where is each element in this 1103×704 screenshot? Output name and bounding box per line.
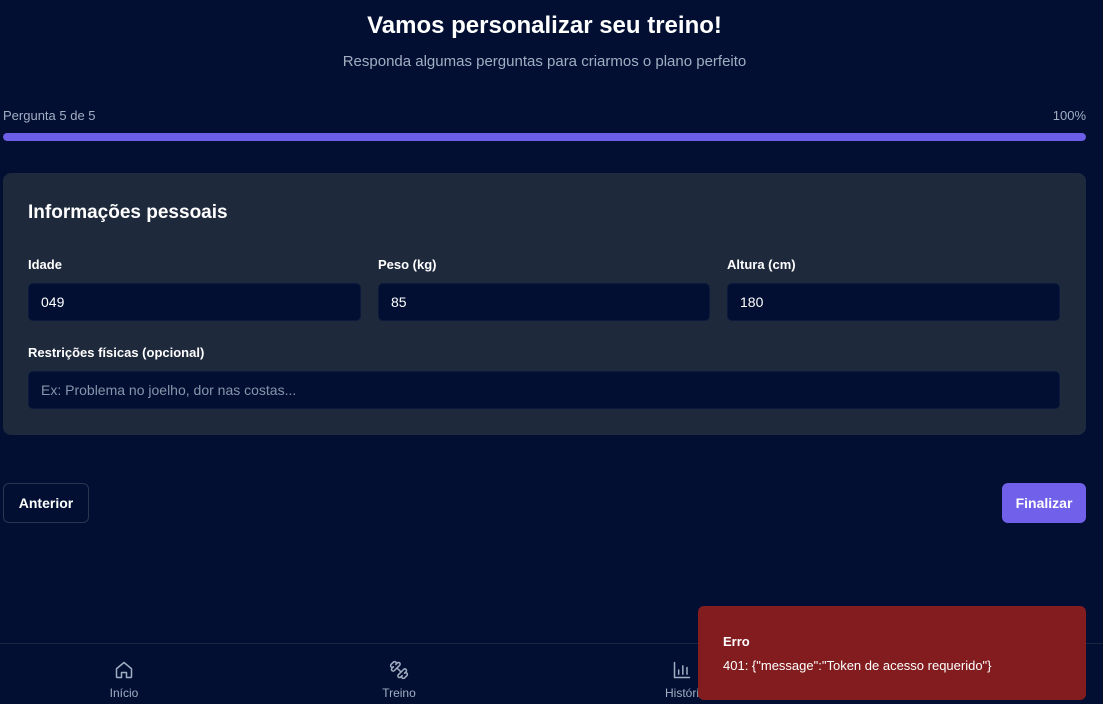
bar-chart-icon [673, 661, 691, 679]
restrictions-field[interactable] [28, 371, 1060, 409]
page-title: Vamos personalizar seu treino! [367, 12, 722, 39]
previous-button[interactable]: Anterior [3, 483, 89, 523]
weight-label: Peso (kg) [378, 257, 437, 272]
toast-title: Erro [723, 634, 750, 649]
age-field[interactable] [28, 283, 361, 321]
height-label: Altura (cm) [727, 257, 796, 272]
onboarding-page: Vamos personalizar seu treino! Responda … [0, 0, 1103, 704]
progress-bar [3, 133, 1086, 141]
home-icon [115, 661, 133, 679]
nav-item-inicio[interactable]: Início [64, 644, 184, 704]
progress-percent: 100% [1052, 108, 1086, 123]
nav-item-treino[interactable]: Treino [339, 644, 459, 704]
progress-bar-fill [3, 133, 1086, 141]
section-title: Informações pessoais [28, 202, 228, 223]
height-field[interactable] [727, 283, 1060, 321]
restrictions-label: Restrições físicas (opcional) [28, 345, 205, 360]
toast-message: 401: {"message":"Token de acesso requeri… [723, 658, 992, 673]
age-label: Idade [28, 257, 62, 272]
page-subtitle: Responda algumas perguntas para criarmos… [342, 53, 747, 70]
weight-field[interactable] [378, 283, 710, 321]
error-toast[interactable]: Erro 401: {"message":"Token de acesso re… [698, 606, 1086, 700]
progress-label: Pergunta 5 de 5 [3, 108, 96, 123]
dumbbell-icon [389, 660, 409, 680]
finish-button[interactable]: Finalizar [1002, 483, 1086, 523]
nav-label-inicio: Início [109, 686, 139, 700]
nav-label-treino: Treino [382, 686, 416, 700]
personal-info-card: Informações pessoais Idade Peso (kg) Alt… [3, 173, 1086, 435]
